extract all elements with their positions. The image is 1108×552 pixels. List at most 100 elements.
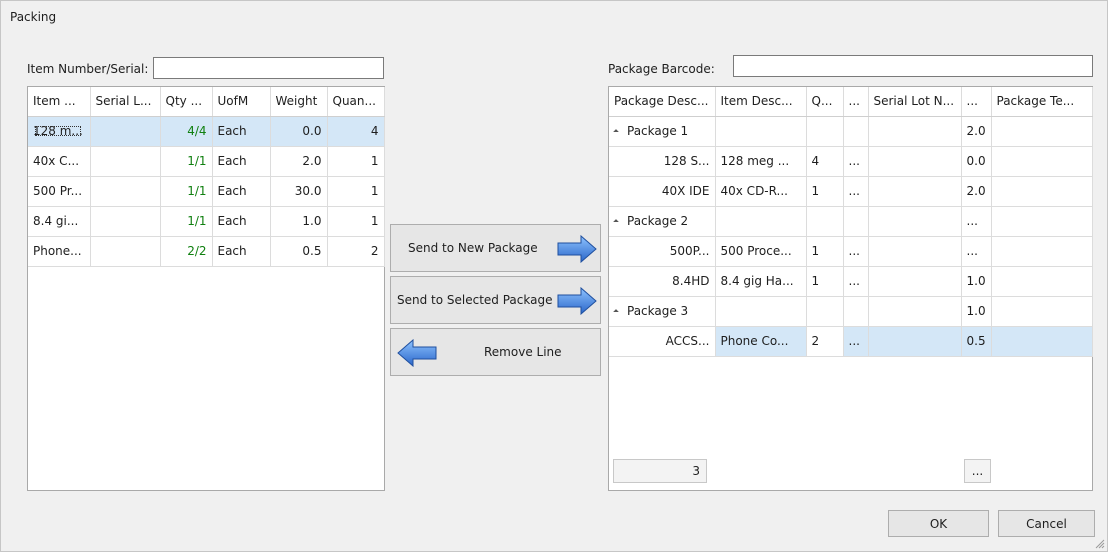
ellipsis-cell[interactable] (843, 206, 869, 237)
table-row[interactable]: 128 m... 4/4 Each 0.0 4 (28, 116, 385, 147)
item-number-input[interactable] (153, 57, 384, 79)
package-barcode-input[interactable] (733, 55, 1093, 77)
uofm-cell[interactable]: Each (212, 176, 271, 207)
weight-cell[interactable]: 1.0 (270, 206, 328, 237)
weight-cell[interactable]: 0.5 (961, 326, 992, 357)
q-cell[interactable]: 1 (806, 176, 844, 207)
weight-cell[interactable]: 1.0 (961, 266, 992, 297)
weight-cell[interactable]: 0.0 (270, 116, 328, 147)
weight-cell[interactable]: 30.0 (270, 176, 328, 207)
serial-cell[interactable] (90, 146, 161, 177)
uofm-cell[interactable]: Each (212, 146, 271, 177)
item-desc-cell[interactable]: 40x CD-R... (715, 176, 807, 207)
qty-cell[interactable]: 1/1 (160, 146, 213, 177)
col-qty[interactable]: Qty ... (160, 87, 213, 117)
col-item-desc[interactable]: Item Desc... (715, 87, 807, 117)
quantity-cell[interactable]: 1 (327, 206, 385, 237)
lot-cell[interactable] (868, 176, 962, 207)
package-desc-cell[interactable]: 500P... (609, 236, 716, 267)
remove-line-button[interactable]: Remove Line (390, 328, 601, 376)
package-group-row[interactable]: Package 1 2.0 (609, 116, 1093, 147)
package-te-cell[interactable] (991, 176, 1093, 207)
item-desc-cell[interactable] (715, 116, 807, 147)
resize-grip-icon[interactable] (1093, 537, 1105, 549)
col-ellipsis-2[interactable]: ... (961, 87, 992, 117)
q-cell[interactable] (806, 116, 844, 147)
lot-cell[interactable] (868, 236, 962, 267)
col-weight[interactable]: Weight (270, 87, 328, 117)
col-quantity[interactable]: Quan... (327, 87, 385, 117)
weight-cell[interactable]: 2.0 (961, 116, 992, 147)
col-item[interactable]: Item ... (28, 87, 91, 117)
cancel-button[interactable]: Cancel (998, 510, 1095, 537)
qty-cell[interactable]: 4/4 (160, 116, 213, 147)
weight-cell[interactable]: 2.0 (961, 176, 992, 207)
uofm-cell[interactable]: Each (212, 236, 271, 267)
uofm-cell[interactable]: Each (212, 116, 271, 147)
package-te-cell[interactable] (991, 296, 1093, 327)
collapse-icon[interactable] (613, 218, 619, 225)
ellipsis-cell[interactable]: ... (843, 326, 869, 357)
q-cell[interactable]: 1 (806, 266, 844, 297)
package-desc-cell[interactable]: ACCS... (609, 326, 716, 357)
ellipsis-cell[interactable]: ... (843, 146, 869, 177)
item-cell[interactable]: 128 m... (33, 124, 83, 138)
weight-cell[interactable]: 0.0 (961, 146, 992, 177)
serial-cell[interactable] (90, 206, 161, 237)
uofm-cell[interactable]: Each (212, 206, 271, 237)
package-item-row[interactable]: 40X IDE 40x CD-R... 1 ... 2.0 (609, 176, 1093, 207)
qty-cell[interactable]: 1/1 (160, 206, 213, 237)
items-grid[interactable]: Item ... Serial L... Qty ... UofM Weight… (27, 86, 385, 491)
col-ellipsis-1[interactable]: ... (843, 87, 869, 117)
item-cell[interactable]: 40x C... (28, 146, 91, 177)
lot-cell[interactable] (868, 296, 962, 327)
collapse-icon[interactable] (613, 128, 619, 135)
q-cell[interactable]: 1 (806, 236, 844, 267)
table-row[interactable]: 40x C... 1/1 Each 2.0 1 (28, 146, 385, 177)
package-item-row[interactable]: 8.4HD 8.4 gig Ha... 1 ... 1.0 (609, 266, 1093, 297)
item-cell[interactable]: Phone... (28, 236, 91, 267)
weight-cell[interactable]: ... (961, 236, 992, 267)
col-uofm[interactable]: UofM (212, 87, 271, 117)
serial-cell[interactable] (90, 176, 161, 207)
weight-cell[interactable]: 1.0 (961, 296, 992, 327)
item-desc-cell[interactable] (715, 296, 807, 327)
ellipsis-cell[interactable]: ... (843, 266, 869, 297)
lot-cell[interactable] (868, 326, 962, 357)
package-group-row[interactable]: Package 3 1.0 (609, 296, 1093, 327)
table-row[interactable]: 8.4 gi... 1/1 Each 1.0 1 (28, 206, 385, 237)
collapse-icon[interactable] (613, 308, 619, 315)
package-te-cell[interactable] (991, 236, 1093, 267)
q-cell[interactable]: 2 (806, 326, 844, 357)
quantity-cell[interactable]: 1 (327, 146, 385, 177)
table-row[interactable]: 500 Pr... 1/1 Each 30.0 1 (28, 176, 385, 207)
ok-button[interactable]: OK (888, 510, 989, 537)
package-desc-cell[interactable]: 8.4HD (609, 266, 716, 297)
col-package-desc[interactable]: Package Desc... (609, 87, 716, 117)
weight-cell[interactable]: 2.0 (270, 146, 328, 177)
send-to-selected-package-button[interactable]: Send to Selected Package (390, 276, 601, 324)
ellipsis-cell[interactable]: ... (843, 176, 869, 207)
q-cell[interactable] (806, 296, 844, 327)
serial-cell[interactable] (90, 236, 161, 267)
col-serial-lot[interactable]: Serial Lot N... (868, 87, 962, 117)
weight-cell[interactable]: 0.5 (270, 236, 328, 267)
package-item-row[interactable]: 128 S... 128 meg ... 4 ... 0.0 (609, 146, 1093, 177)
col-serial[interactable]: Serial L... (90, 87, 161, 117)
quantity-cell[interactable]: 4 (327, 116, 385, 147)
package-item-row[interactable]: 500P... 500 Proce... 1 ... ... (609, 236, 1093, 267)
package-te-cell[interactable] (991, 116, 1093, 147)
item-cell[interactable]: 8.4 gi... (28, 206, 91, 237)
table-row[interactable]: Phone... 2/2 Each 0.5 2 (28, 236, 385, 267)
package-te-cell[interactable] (991, 206, 1093, 237)
lot-cell[interactable] (868, 116, 962, 147)
item-desc-cell[interactable]: 8.4 gig Ha... (715, 266, 807, 297)
qty-cell[interactable]: 2/2 (160, 236, 213, 267)
quantity-cell[interactable]: 1 (327, 176, 385, 207)
package-desc-cell[interactable]: 128 S... (609, 146, 716, 177)
package-item-row[interactable]: ACCS... Phone Co... 2 ... 0.5 (609, 326, 1093, 357)
ellipsis-cell[interactable] (843, 296, 869, 327)
item-cell[interactable]: 500 Pr... (28, 176, 91, 207)
item-desc-cell[interactable]: 500 Proce... (715, 236, 807, 267)
package-te-cell[interactable] (991, 146, 1093, 177)
